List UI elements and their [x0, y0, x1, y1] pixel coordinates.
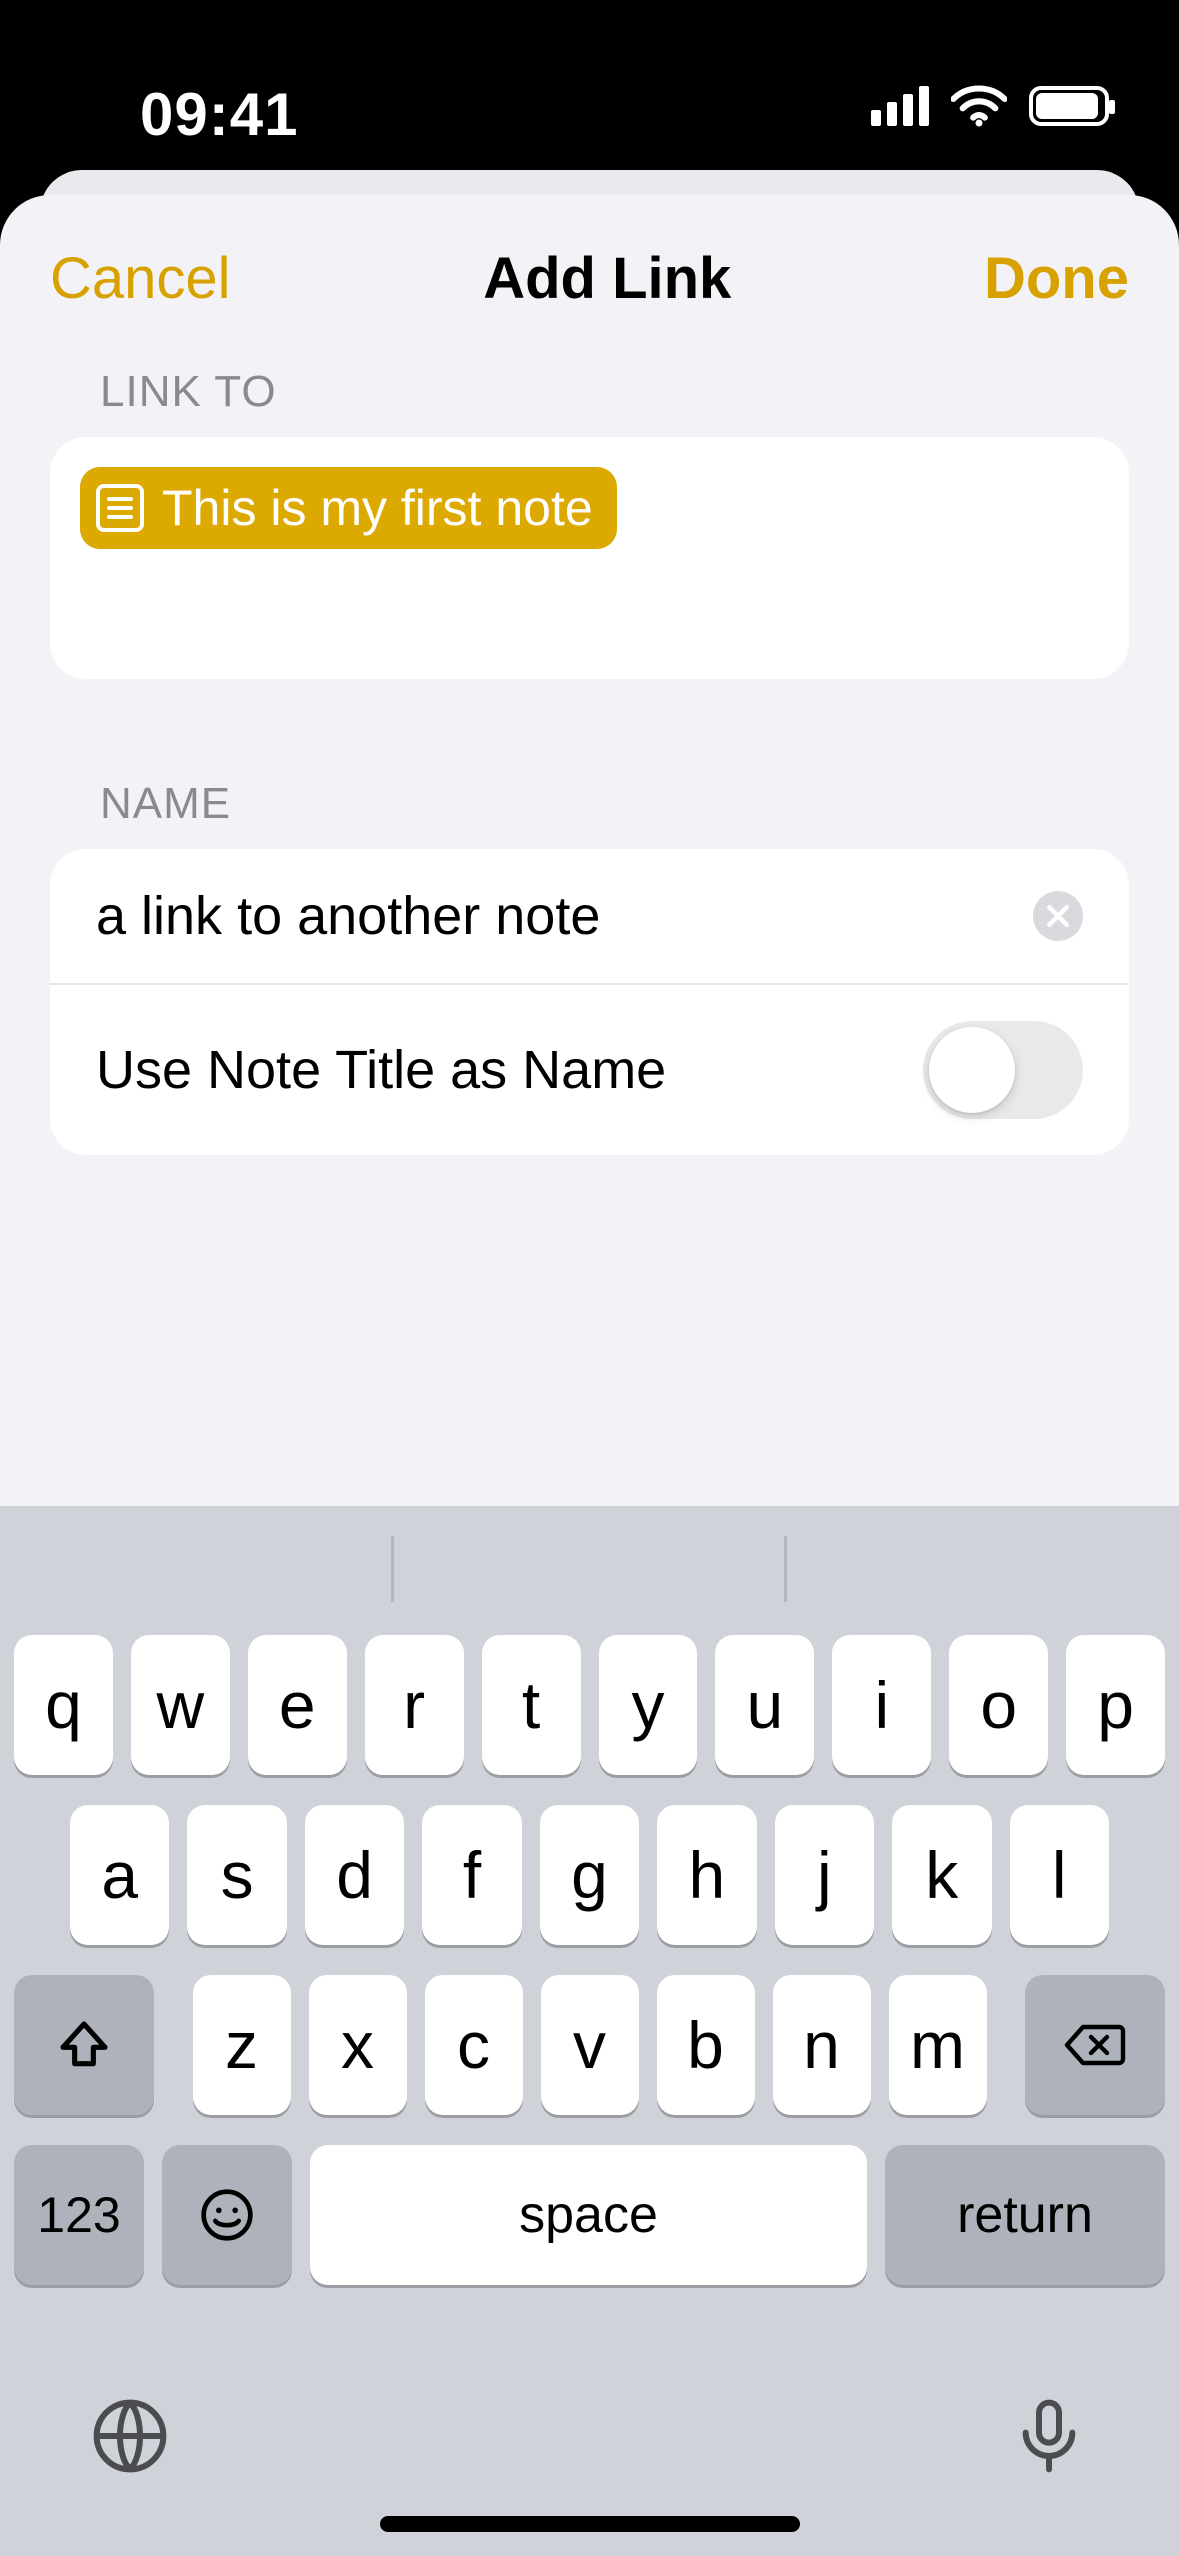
key-i[interactable]: i — [832, 1635, 931, 1775]
cancel-button[interactable]: Cancel — [50, 245, 231, 312]
return-key[interactable]: return — [885, 2145, 1165, 2285]
section-label-linkto: LINK TO — [0, 367, 1179, 437]
key-k[interactable]: k — [892, 1805, 991, 1945]
keyboard-suggestion-bar[interactable] — [0, 1506, 1179, 1621]
globe-icon — [90, 2396, 170, 2476]
status-time: 09:41 — [140, 80, 298, 149]
key-e[interactable]: e — [248, 1635, 347, 1775]
done-button[interactable]: Done — [984, 245, 1129, 312]
key-r[interactable]: r — [365, 1635, 464, 1775]
keyboard-row-2: a s d f g h j k l — [14, 1805, 1165, 1945]
space-key[interactable]: space — [310, 2145, 867, 2285]
dictation-key[interactable] — [1009, 2396, 1089, 2481]
key-m[interactable]: m — [889, 1975, 987, 2115]
key-z[interactable]: z — [193, 1975, 291, 2115]
key-h[interactable]: h — [657, 1805, 756, 1945]
section-label-name: NAME — [0, 779, 1179, 849]
key-v[interactable]: v — [541, 1975, 639, 2115]
key-l[interactable]: l — [1010, 1805, 1109, 1945]
globe-key[interactable] — [90, 2396, 170, 2481]
microphone-icon — [1009, 2396, 1089, 2476]
sheet-title: Add Link — [483, 245, 731, 312]
key-c[interactable]: c — [425, 1975, 523, 2115]
key-j[interactable]: j — [775, 1805, 874, 1945]
shift-icon — [56, 2017, 112, 2073]
key-y[interactable]: y — [599, 1635, 698, 1775]
key-g[interactable]: g — [540, 1805, 639, 1945]
emoji-icon — [199, 2187, 255, 2243]
add-link-sheet: Cancel Add Link Done LINK TO This is my … — [0, 195, 1179, 2556]
emoji-key[interactable] — [162, 2145, 292, 2285]
clear-text-button[interactable] — [1033, 891, 1083, 941]
key-a[interactable]: a — [70, 1805, 169, 1945]
nav-bar: Cancel Add Link Done — [0, 195, 1179, 367]
keyboard-row-3: z x c v b n m — [14, 1975, 1165, 2115]
status-bar: 09:41 — [0, 0, 1179, 180]
key-p[interactable]: p — [1066, 1635, 1165, 1775]
key-n[interactable]: n — [773, 1975, 871, 2115]
keyboard-row-4: 123 space return — [14, 2145, 1165, 2285]
use-title-row: Use Note Title as Name — [50, 983, 1129, 1155]
link-to-field[interactable]: This is my first note — [50, 437, 1129, 679]
numbers-key[interactable]: 123 — [14, 2145, 144, 2285]
shift-key[interactable] — [14, 1975, 154, 2115]
status-icons — [871, 85, 1109, 127]
key-t[interactable]: t — [482, 1635, 581, 1775]
linked-note-chip-label: This is my first note — [162, 479, 593, 537]
name-row — [50, 849, 1129, 983]
note-icon — [96, 484, 144, 532]
key-u[interactable]: u — [715, 1635, 814, 1775]
key-b[interactable]: b — [657, 1975, 755, 2115]
x-icon — [1047, 905, 1069, 927]
name-group: Use Note Title as Name — [50, 849, 1129, 1155]
key-o[interactable]: o — [949, 1635, 1048, 1775]
battery-icon — [1029, 86, 1109, 126]
key-d[interactable]: d — [305, 1805, 404, 1945]
wifi-icon — [951, 85, 1007, 127]
linked-note-chip[interactable]: This is my first note — [80, 467, 617, 549]
keyboard-row-1: q w e r t y u i o p — [14, 1635, 1165, 1775]
key-w[interactable]: w — [131, 1635, 230, 1775]
backspace-icon — [1063, 2021, 1127, 2069]
cellular-signal-icon — [871, 86, 929, 126]
key-s[interactable]: s — [187, 1805, 286, 1945]
backspace-key[interactable] — [1025, 1975, 1165, 2115]
name-input[interactable] — [96, 885, 1033, 947]
key-q[interactable]: q — [14, 1635, 113, 1775]
use-title-toggle[interactable] — [923, 1021, 1083, 1119]
keyboard: q w e r t y u i o p a s d f g h — [0, 1506, 1179, 2556]
key-x[interactable]: x — [309, 1975, 407, 2115]
key-f[interactable]: f — [422, 1805, 521, 1945]
use-title-label: Use Note Title as Name — [96, 1039, 923, 1101]
home-indicator[interactable] — [380, 2516, 800, 2532]
